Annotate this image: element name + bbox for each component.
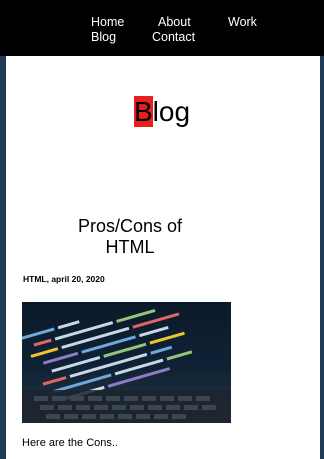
- nav-blog-link[interactable]: Blog: [91, 30, 116, 45]
- code-laptop-illustration: [22, 308, 231, 423]
- right-edge-band: [320, 0, 324, 459]
- post-meta: HTML, april 20, 2020: [23, 274, 105, 284]
- top-navbar: Home About Work Blog Contact: [0, 0, 324, 56]
- nav-about-link[interactable]: About: [158, 15, 191, 30]
- page-title-first-letter: B: [133, 96, 153, 127]
- nav-contact-link[interactable]: Contact: [152, 30, 195, 45]
- post-image[interactable]: [22, 302, 231, 423]
- page-title: Blog: [0, 96, 324, 128]
- post-excerpt: Here are the Cons..: [22, 437, 118, 449]
- blog-page: Home About Work Blog Contact Blog Pros/C…: [0, 0, 324, 459]
- left-edge-band: [0, 0, 6, 459]
- nav-work-link[interactable]: Work: [228, 15, 257, 30]
- page-title-rest: log: [152, 96, 191, 127]
- post-title[interactable]: Pros/Cons of HTML: [60, 216, 200, 258]
- nav-home-link[interactable]: Home: [91, 15, 124, 30]
